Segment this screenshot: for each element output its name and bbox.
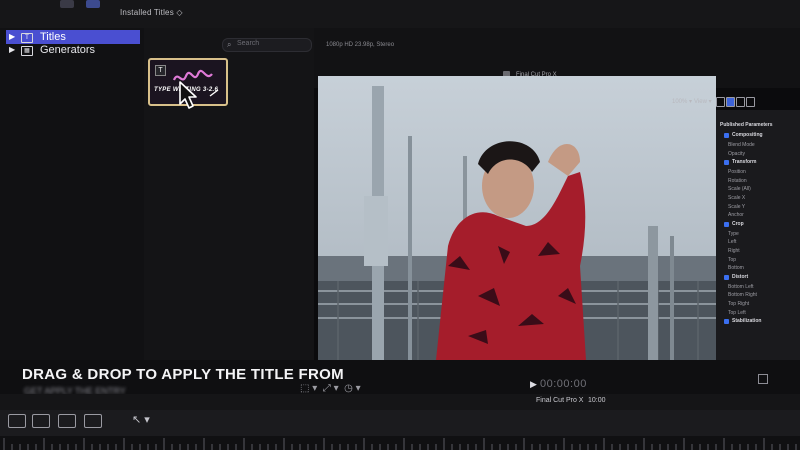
timeline-name: Final Cut Pro X [536,397,584,404]
disclosure-triangle-icon[interactable]: ▶ [9,30,15,44]
info-inspector-icon[interactable] [746,97,755,107]
overwrite-clip-icon[interactable] [84,414,102,428]
inspector-parameter: Scale Y [728,203,746,210]
inspector-parameter: Blend Mode [728,142,755,148]
titles-inspector-icon[interactable] [726,97,735,107]
tutorial-caption: DRAG & DROP TO APPLY THE TITLE FROM [22,366,344,383]
inspector-parameter: Opacity [728,150,745,157]
inspector-parameter: Top Left [728,309,746,316]
timeline-ruler[interactable] [0,436,800,450]
libraries-icon[interactable] [60,0,74,8]
inspector-parameter: Top Right [728,301,750,307]
timecode-display[interactable]: 00:00:00 [540,378,587,390]
timeline-toolbar [0,410,800,436]
sidebar-item-label: Generators [40,44,96,56]
inspector-parameter: Top [728,256,737,263]
video-scene [318,76,716,360]
titles-icon: T [21,33,33,43]
inspector-toggle-icon[interactable] [716,97,725,107]
inspector-parameter: Scale X [728,195,746,201]
format-label: 1080p HD 23.98p, Stereo [326,42,395,48]
viewer-video-frame[interactable] [318,76,716,360]
inspector-parameter: Scale (All) [728,186,751,193]
play-button[interactable]: ▶ [530,379,537,390]
search-placeholder: Search [237,40,260,47]
sidebar-item-titles[interactable]: ▶ T Titles [6,30,140,44]
inspector-section[interactable]: Stabilization [732,318,761,324]
sidebar-item-label: Titles [40,31,66,43]
browser-title[interactable]: Installed Titles ◇ [120,8,183,17]
section-checkbox[interactable] [724,274,729,280]
inspector-section[interactable]: Distort [732,274,748,280]
mouse-pointer-icon [179,81,197,109]
zoom-menu[interactable]: 100% ▾ [672,98,692,105]
inspector-parameter: Bottom Left [728,283,754,290]
insert-clip-icon[interactable] [32,414,50,428]
section-checkbox[interactable] [724,160,729,166]
append-clip-icon[interactable] [58,414,76,428]
video-inspector-icon[interactable] [736,97,745,107]
sidebar [0,28,144,360]
inspector-parameter: Rotation [728,177,747,184]
inspector-section[interactable]: Transform [732,159,756,165]
inspector-parameter: Type [728,230,739,237]
sidebar-item-generators[interactable]: ▶ ▦ Generators [6,43,140,57]
viewer-tools[interactable]: ⬚ ▾ ⤢ ▾ ◷ ▾ [300,383,361,394]
inspector-section[interactable]: Compositing [732,132,763,138]
disclosure-triangle-icon[interactable]: ▶ [9,43,15,57]
inspector-section[interactable]: Crop [732,221,744,227]
section-checkbox[interactable] [724,319,729,325]
view-menu[interactable]: View ▾ [694,98,712,105]
inspector-title: Published Parameters [720,122,773,128]
select-tool-icon[interactable]: ↖ ▾ [132,413,150,426]
inspector-parameter: Anchor [728,212,744,219]
inspector-parameter: Position [728,169,746,176]
fullscreen-icon[interactable] [758,374,768,384]
inspector-parameter: Bottom Right [728,292,757,299]
connect-clip-icon[interactable] [8,414,26,428]
inspector-parameter: Right [728,248,740,254]
section-checkbox[interactable] [724,221,729,227]
generators-icon: ▦ [21,46,33,56]
timeline-duration: 10:00 [588,397,606,404]
inspector-parameter: Bottom [728,265,744,272]
search-field[interactable]: ⌕ Search [222,38,312,52]
titles-generators-icon[interactable] [86,0,100,8]
inspector-parameter: Left [728,239,737,246]
section-checkbox[interactable] [724,133,729,138]
search-icon: ⌕ [227,40,232,49]
